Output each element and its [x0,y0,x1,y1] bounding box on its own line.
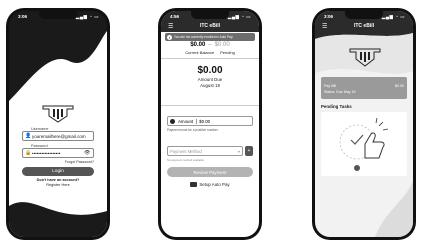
thumbs-up-illustration [339,117,389,171]
balance-row: $0.00 – $0.00 [161,42,259,48]
phone-dashboard: 3:06 ▂▄▆ ◔ ▭ ☰ ITC eBill Pay Bill $0.00 … [312,8,416,240]
bill-title: Pay Bill [324,84,336,88]
amount-hint: Payment must be a positive number [167,128,218,132]
credit-card-icon [190,182,198,187]
bill-status: Status: Due May 15 [324,90,356,94]
eye-icon[interactable]: 👁 [84,150,91,156]
login-card: Username 👤 youremailhere@gmail.com Passw… [17,97,99,201]
due-date: August 19 [200,83,220,88]
status-time: 3:06 [324,14,334,19]
itc-logo [42,105,74,123]
username-value: youremailhere@gmail.com [32,133,86,139]
itc-logo [349,48,381,67]
status-time: 3:06 [18,14,28,19]
balance-separator: – [208,42,212,48]
amount-due-label: Amount Due [197,77,223,82]
autopay-banner: i You are not currently enrolled in Auto… [165,33,255,41]
user-icon: 👤 [25,133,32,139]
username-field[interactable]: 👤 youremailhere@gmail.com [22,131,94,141]
pending-tasks-card [321,112,407,176]
payment-method-select[interactable]: Payment Method ▾ [167,146,243,156]
balance-labels: Current Balance Pending [161,50,259,55]
current-balance-value: $0.00 [190,42,206,48]
mockup-stage: 3:06 ▂▄▆ ◔ ▭ Username 👤 youremailhere@gm… [0,0,422,244]
status-icons: ▂▄▆ ◔ ▭ [75,14,99,19]
no-account-text: Don't have an account? [36,178,80,182]
chevron-down-icon: ▾ [237,148,240,154]
pending-label: Pending [220,50,235,55]
amount-due-value: $0.00 [197,65,223,76]
info-icon: i [167,34,172,40]
dashboard-screen: 3:06 ▂▄▆ ◔ ▭ ☰ ITC eBill Pay Bill $0.00 … [315,11,413,237]
login-button[interactable]: Login [22,167,94,176]
add-payment-method-button[interactable]: + [245,146,253,156]
pending-value: $0.00 [214,42,230,48]
amount-input[interactable]: Amount $0.00 [167,116,253,126]
register-link[interactable]: Register Here [22,183,94,187]
amount-label: Amount [178,118,194,124]
payment-method-placeholder: Payment Method [170,148,202,154]
status-bar: 3:06 ▂▄▆ ◔ ▭ [315,12,413,22]
payment-method-row: Payment Method ▾ + [167,146,253,156]
status-time: 4:56 [170,14,180,19]
app-title: ITC eBill [199,23,220,29]
status-icons: ▂▄▆ ◔ ▭ [381,14,405,19]
app-title: ITC eBill [353,23,374,29]
forgot-password-link[interactable]: Forgot Password? [22,160,94,164]
review-payment-button[interactable]: Review Payment [167,167,253,177]
current-balance-label: Current Balance [185,50,215,55]
setup-autopay-link[interactable]: Setup Auto Pay [161,182,259,187]
status-bar: 4:56 ▂▄▆ ◔ ▭ [161,12,259,22]
divider [161,58,259,59]
bill-summary-card[interactable]: Pay Bill $0.00 Status: Due May 15 [321,77,407,99]
lock-icon: 🔒 [25,150,32,156]
amount-value: $0.00 [196,118,210,124]
payment-method-hint: No payment method available [167,158,205,162]
phone-login: 3:06 ▂▄▆ ◔ ▭ Username 👤 youremailhere@gm… [6,8,110,240]
ebill-screen: ☰ ITC eBill 4:56 ▂▄▆ ◔ ▭ i You are not c… [161,11,259,237]
login-screen: 3:06 ▂▄▆ ◔ ▭ Username 👤 youremailhere@gm… [9,11,107,237]
password-value: •••••••••••••••••• [32,150,61,156]
pending-tasks-heading: Pending Tasks [321,104,352,109]
phone-ebill: ☰ ITC eBill 4:56 ▂▄▆ ◔ ▭ i You are not c… [158,8,262,240]
check-icon [170,118,175,124]
password-field[interactable]: 🔒 •••••••••••••••••• 👁 [22,148,94,158]
setup-autopay-label: Setup Auto Pay [199,182,230,187]
divider [161,105,259,106]
status-bar: 3:06 ▂▄▆ ◔ ▭ [9,12,107,22]
status-icons: ▂▄▆ ◔ ▭ [227,14,251,19]
bill-amount: $0.00 [395,84,404,88]
banner-text: You are not currently enrolled in Auto P… [174,35,234,39]
